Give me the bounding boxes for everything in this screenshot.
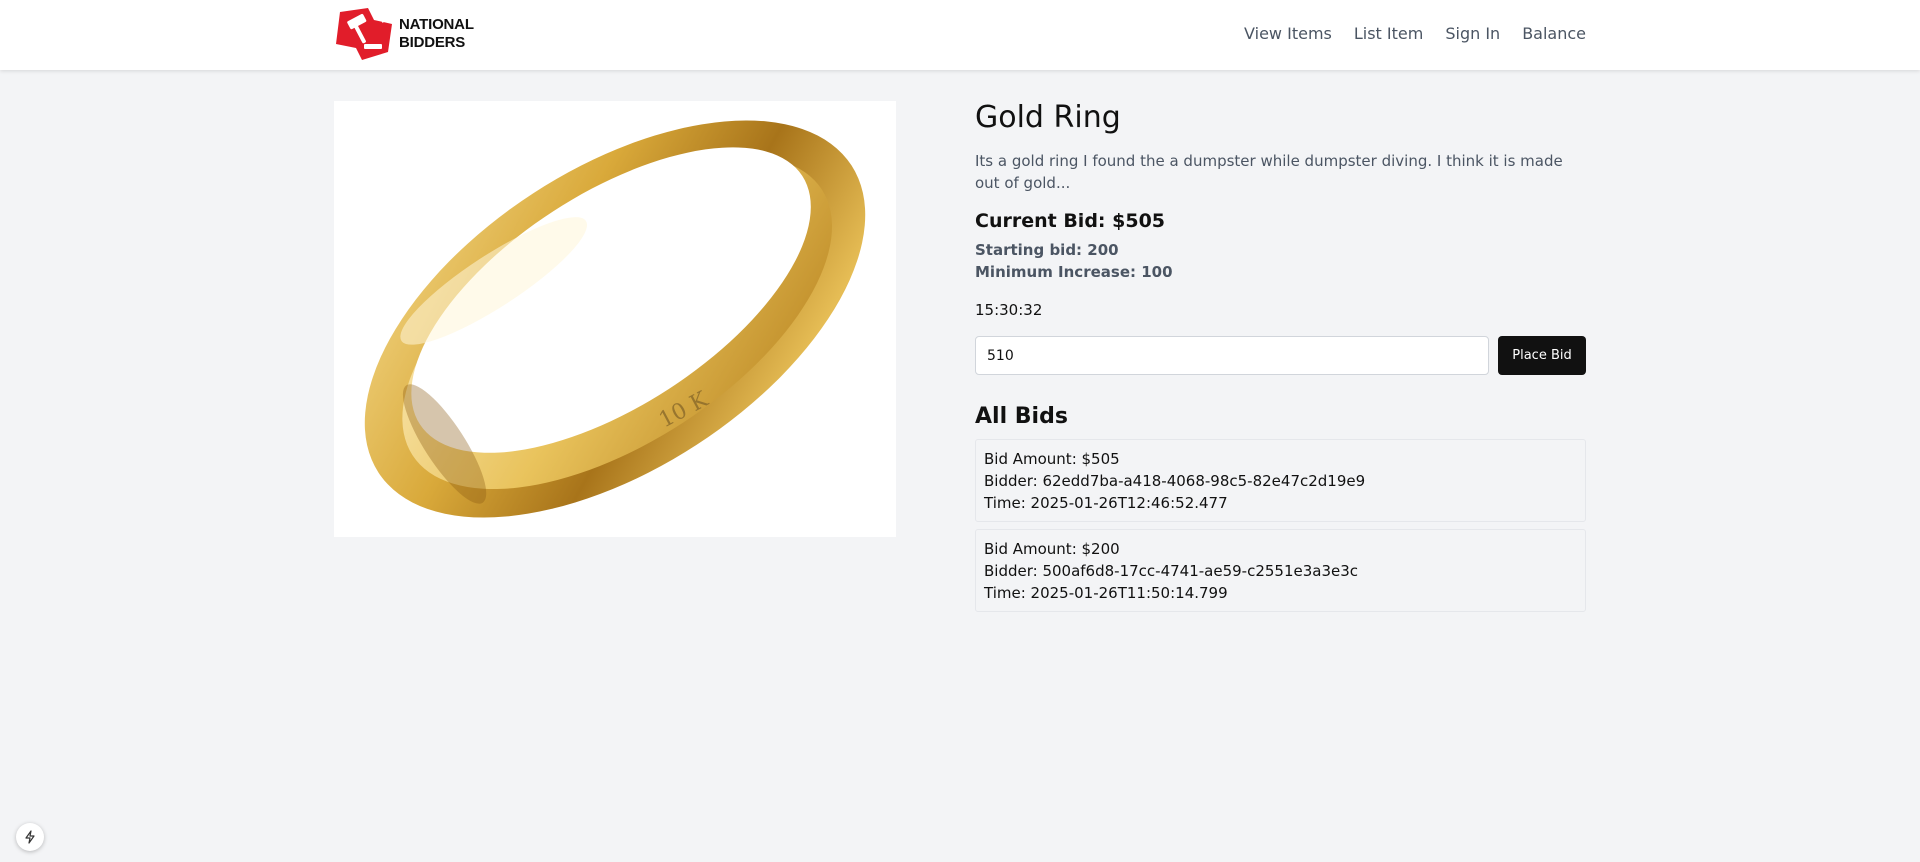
- item-description: Its a gold ring I found the a dumpster w…: [975, 152, 1563, 192]
- brand-line-1: NATIONAL: [399, 16, 474, 33]
- bid-amount: Bid Amount: $200: [984, 540, 1120, 558]
- bid-card: Bid Amount: $505 Bidder: 62edd7ba-a418-4…: [975, 439, 1586, 522]
- gold-ring-image: 10 K: [334, 101, 896, 537]
- nav-sign-in[interactable]: Sign In: [1445, 24, 1500, 43]
- minimum-increase: Minimum Increase: 100: [975, 263, 1173, 281]
- bid-time: Time: 2025-01-26T11:50:14.799: [984, 584, 1228, 602]
- brand-name: NATIONAL BIDDERS: [399, 16, 474, 52]
- lightning-icon: [25, 830, 35, 844]
- countdown-timer: 15:30:32: [975, 301, 1043, 319]
- nav-balance[interactable]: Balance: [1522, 24, 1586, 43]
- item-title: Gold Ring: [975, 100, 1121, 135]
- current-bid: Current Bid: $505: [975, 210, 1166, 232]
- nav-list-item[interactable]: List Item: [1354, 24, 1423, 43]
- brand-logo[interactable]: NATIONAL BIDDERS: [334, 8, 474, 60]
- top-navbar: NATIONAL BIDDERS View Items List Item Si…: [0, 0, 1920, 70]
- bid-form: Place Bid: [975, 336, 1586, 375]
- bid-amount-input[interactable]: [975, 336, 1489, 375]
- bid-list: Bid Amount: $505 Bidder: 62edd7ba-a418-4…: [975, 439, 1586, 612]
- gavel-icon: [336, 8, 392, 60]
- brand-line-2: BIDDERS: [399, 34, 466, 51]
- dev-tools-badge[interactable]: [16, 823, 44, 851]
- bidder-id: Bidder: 62edd7ba-a418-4068-98c5-82e47c2d…: [984, 472, 1366, 490]
- main-nav: View Items List Item Sign In Balance: [1244, 0, 1586, 66]
- all-bids-heading: All Bids: [975, 404, 1068, 429]
- nav-view-items[interactable]: View Items: [1244, 24, 1332, 43]
- item-details: Gold Ring Its a gold ring I found the a …: [975, 100, 1586, 612]
- bid-amount: Bid Amount: $505: [984, 450, 1120, 468]
- bid-card: Bid Amount: $200 Bidder: 500af6d8-17cc-4…: [975, 529, 1586, 612]
- bidder-id: Bidder: 500af6d8-17cc-4741-ae59-c2551e3a…: [984, 562, 1359, 580]
- bid-time: Time: 2025-01-26T12:46:52.477: [984, 494, 1228, 512]
- starting-bid: Starting bid: 200: [975, 241, 1119, 259]
- place-bid-button[interactable]: Place Bid: [1498, 336, 1586, 375]
